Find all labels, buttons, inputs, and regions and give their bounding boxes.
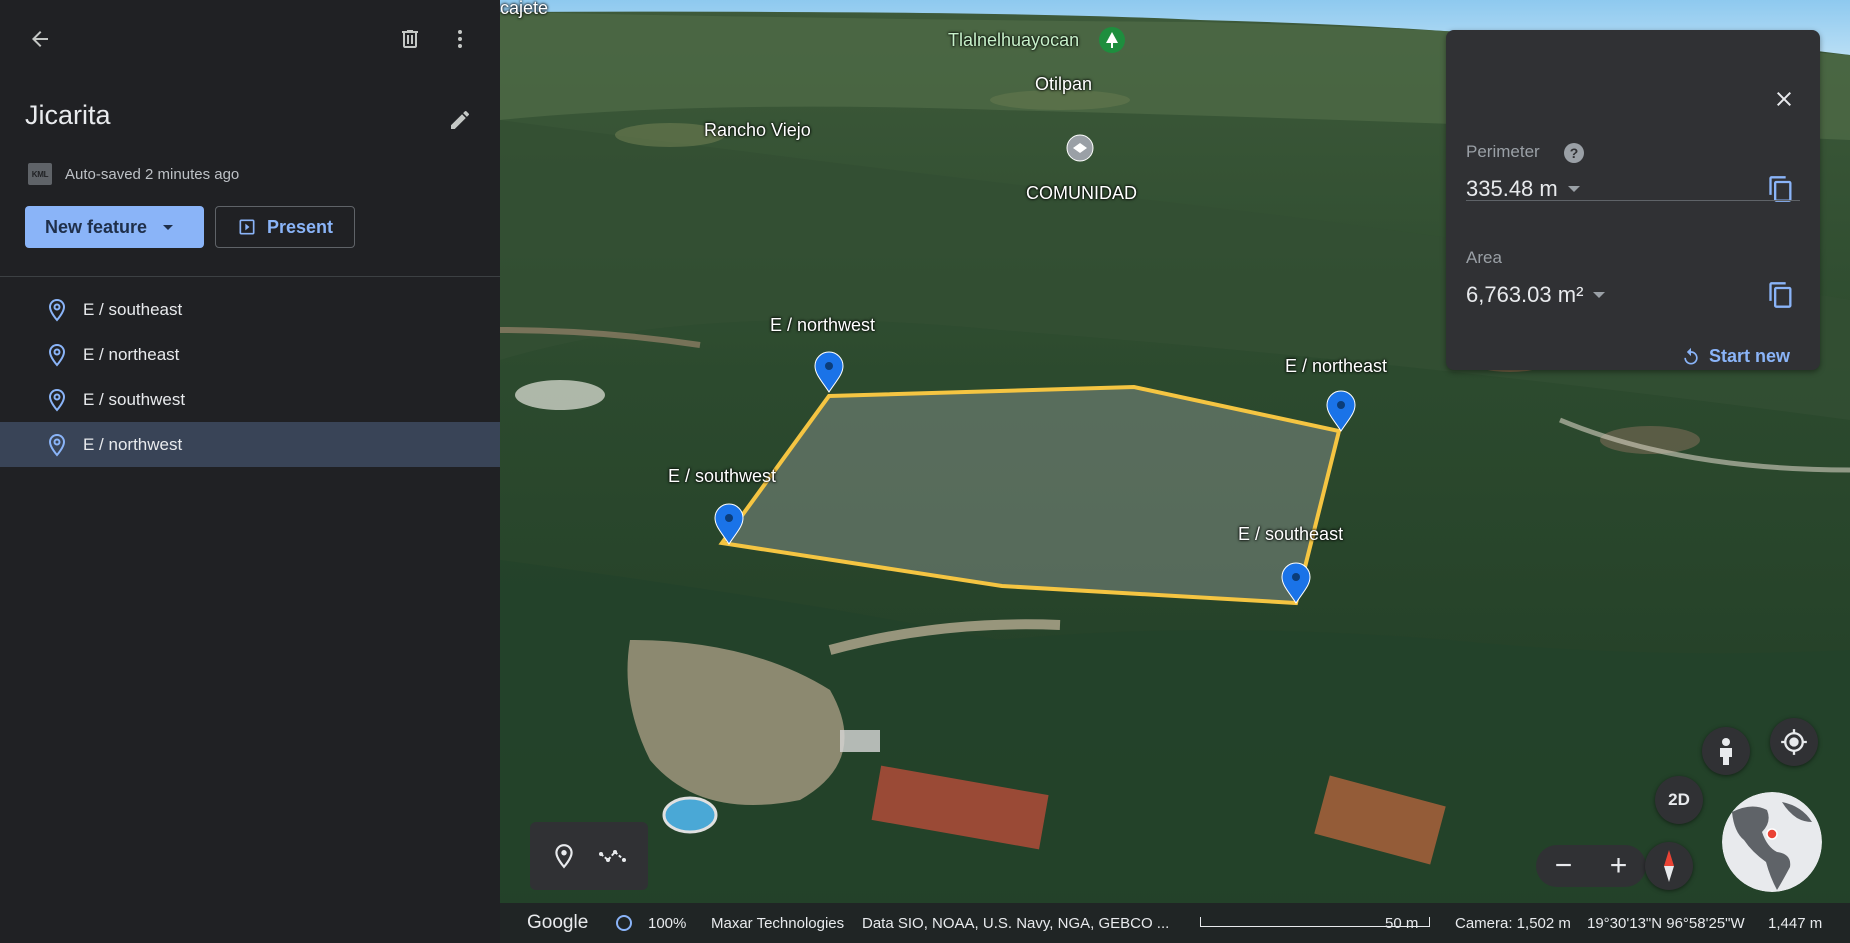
park-icon [1099,27,1125,53]
drawing-tools [530,822,648,890]
feature-label: E / northwest [83,434,183,454]
perimeter-value: 335.48 m [1466,176,1558,201]
map-viewport[interactable]: cajete Tlalnelhuayocan Otilpan Rancho Vi… [500,0,1850,943]
dropdown-caret-icon [1593,292,1606,298]
area-label: Area [1466,248,1502,267]
start-new-label: Start new [1708,346,1790,366]
present-button[interactable]: Present [215,206,355,248]
measure-panel: Perimeter ? 335.48 m Area 6,763.03 m² St… [1446,30,1820,370]
data-sources[interactable]: Data SIO, NOAA, U.S. Navy, NGA, GEBCO ..… [862,915,1169,932]
dropdown-caret-icon [1567,186,1580,192]
camera-altitude: Camera: 1,502 m [1455,914,1571,932]
kml-file-icon: KML [28,163,52,185]
project-title: Jicarita [25,100,111,130]
feature-label: E / northeast [83,344,180,364]
place-label-rancho-viejo: Rancho Viejo [704,120,811,140]
loading-progress: 100% [648,914,687,932]
placemark-icon [48,298,66,321]
zoom-out-button[interactable]: − [1555,849,1573,883]
compass-icon[interactable] [1645,842,1693,890]
loading-progress-icon [616,915,632,931]
pin-label-northeast: E / northeast [1285,356,1388,376]
placemark-icon [48,388,66,411]
placemark-icon [48,433,66,456]
help-icon[interactable]: ? [1564,143,1584,163]
restart-icon [1684,347,1698,364]
place-label-comunidad: COMUNIDAD [1026,183,1137,203]
cursor-coordinates: 19°30'13"N 96°58'25"W [1587,914,1745,932]
panel-divider [1466,200,1800,201]
autosave-text: Auto-saved 2 minutes ago [65,165,240,183]
globe-minimap[interactable] [1722,792,1822,892]
ground-elevation: 1,447 m [1768,914,1823,932]
present-label: Present [266,216,334,237]
placemark-icon [48,343,66,366]
pin-label-northwest: E / northwest [770,315,876,335]
feature-item-northwest[interactable]: E / northwest [0,422,500,467]
place-label-otilpan: Otilpan [1035,74,1093,94]
trash-icon[interactable] [390,19,430,59]
street-view-pegman-icon[interactable] [1702,727,1750,775]
slideshow-icon [239,219,255,235]
edit-pencil-icon[interactable] [440,100,480,140]
feature-label: E / southwest [83,389,186,409]
feature-label: E / southeast [83,299,183,319]
sidebar-divider [0,276,500,277]
autosave-status: KML Auto-saved 2 minutes ago [28,163,239,185]
status-bar: Google 100% Maxar Technologies Data SIO,… [500,903,1850,943]
google-logo: Google [527,912,589,933]
pin-label-southeast: E / southeast [1238,524,1344,544]
copy-area-icon[interactable] [1761,275,1801,315]
imagery-provider: Maxar Technologies [711,914,845,932]
perimeter-value-dropdown[interactable]: 335.48 m [1466,176,1580,202]
my-location-icon[interactable] [1770,718,1818,766]
back-arrow-icon[interactable] [20,19,60,59]
more-vert-icon[interactable] [440,19,480,59]
feature-item-southeast[interactable]: E / southeast [0,287,500,332]
feature-list: E / southeast E / northeast E / southwes… [0,287,500,467]
area-value-dropdown[interactable]: 6,763.03 m² [1466,282,1606,308]
start-new-button[interactable]: Start new [1681,346,1790,367]
project-sidebar: Jicarita KML Auto-saved 2 minutes ago Ne… [0,0,501,943]
close-icon[interactable] [1764,79,1804,119]
view-2d-toggle[interactable]: 2D [1655,776,1703,824]
school-icon [1066,134,1094,162]
new-feature-label: New feature [45,216,148,237]
add-placemark-icon[interactable] [551,843,577,869]
draw-path-icon[interactable] [598,843,628,869]
zoom-control: − + [1536,845,1646,887]
dropdown-caret-icon [163,224,174,230]
new-feature-button[interactable]: New feature [25,206,204,248]
area-value: 6,763.03 m² [1466,282,1584,307]
zoom-in-button[interactable]: + [1610,849,1628,883]
feature-item-northeast[interactable]: E / northeast [0,332,500,377]
scale-label: 50 m [1385,914,1419,932]
perimeter-label: Perimeter [1466,142,1540,161]
pin-label-southwest: E / southwest [668,466,777,486]
place-label-cajete: cajete [500,0,549,18]
feature-item-southwest[interactable]: E / southwest [0,377,500,422]
place-label-tlalnelhuayocan: Tlalnelhuayocan [948,30,1080,50]
copy-perimeter-icon[interactable] [1761,169,1801,209]
